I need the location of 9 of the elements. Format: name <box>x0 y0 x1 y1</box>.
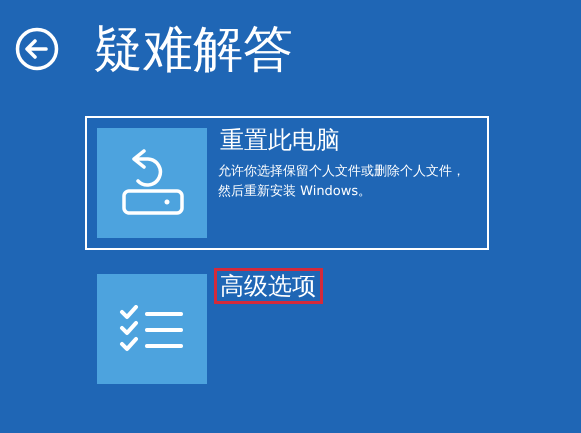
option-title: 重置此电脑 <box>219 125 341 156</box>
option-card[interactable]: 高级选项 <box>85 262 489 396</box>
checklist-icon <box>119 305 185 353</box>
page-title: 疑难解答 <box>93 19 293 80</box>
option-title: 高级选项 <box>214 268 323 304</box>
option-card[interactable]: 重置此电脑 允许你选择保留个人文件或删除个人文件，然后重新安装 Windows。 <box>85 116 489 250</box>
back-button[interactable] <box>15 27 59 71</box>
option-description: 允许你选择保留个人文件或删除个人文件，然后重新安装 Windows。 <box>218 163 466 201</box>
reset-pc-icon <box>120 149 184 217</box>
